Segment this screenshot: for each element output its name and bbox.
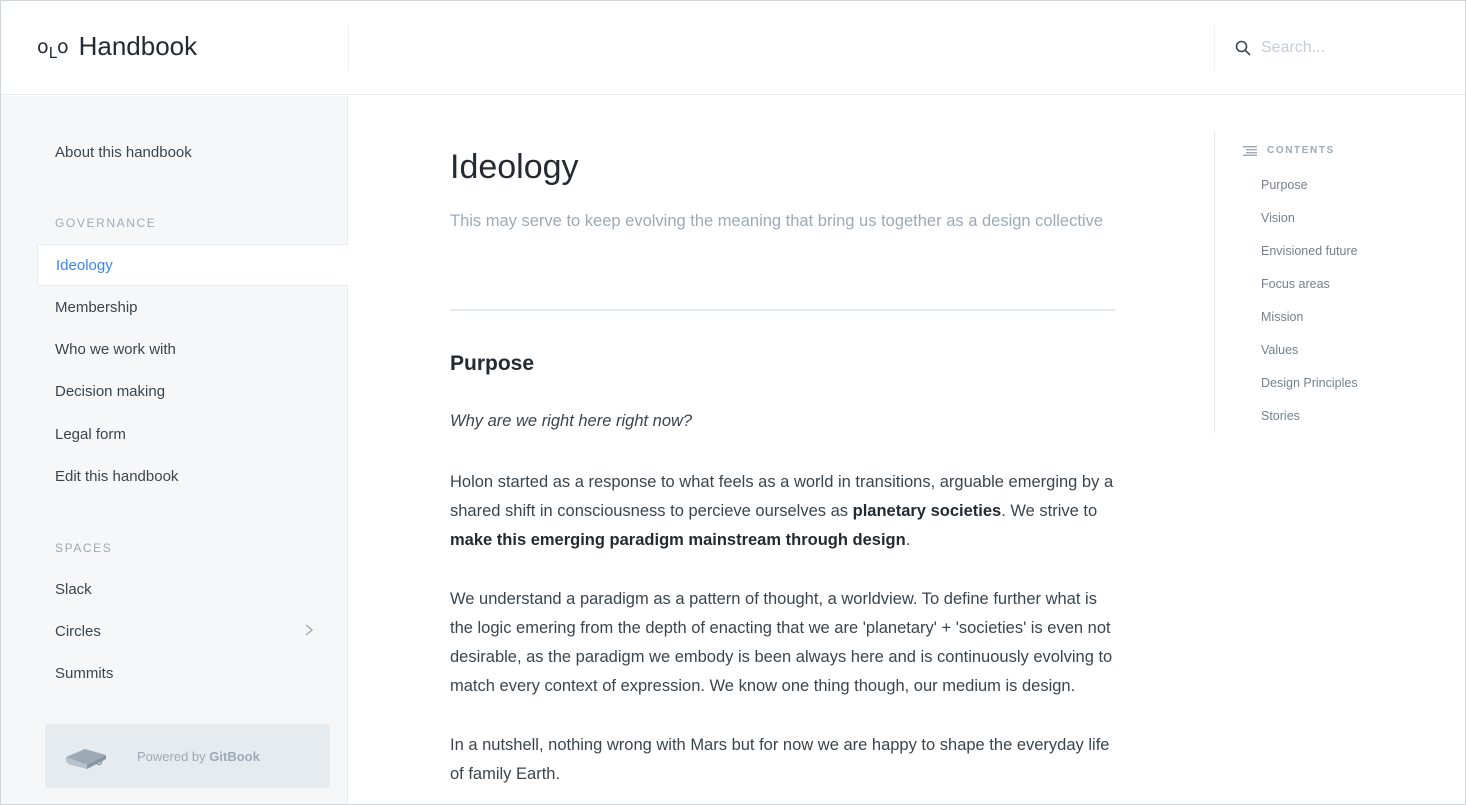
header-divider	[1214, 25, 1215, 71]
paragraph-1: Holon started as a response to what feel…	[450, 468, 1120, 555]
sidebar-item-label: Circles	[55, 622, 101, 640]
paragraph-3: In a nutshell, nothing wrong with Mars b…	[450, 736, 1110, 783]
sidebar-item-slack[interactable]: Slack	[37, 568, 348, 610]
p1-bold: make this emerging paradigm mainstream t…	[450, 531, 906, 549]
toc-item-focus-areas[interactable]: Focus areas	[1261, 277, 1330, 291]
page-title: Ideology	[450, 148, 579, 186]
list-icon	[1243, 145, 1257, 156]
paragraph-2: We understand a paradigm as a pattern of…	[450, 590, 1113, 695]
main-content: Ideology This may serve to keep evolving…	[349, 96, 1215, 804]
header: oLo Handbook	[1, 1, 1465, 95]
toc-item-stories[interactable]: Stories	[1261, 409, 1300, 423]
p1-text: . We strive to	[1001, 502, 1098, 520]
sidebar-item-ideology[interactable]: Ideology	[37, 244, 348, 286]
header-divider	[348, 25, 349, 71]
site-title: Handbook	[78, 31, 198, 61]
sidebar-section-heading: GOVERNANCE	[55, 216, 157, 230]
p1-text: .	[905, 531, 911, 549]
sidebar-item-edit-handbook[interactable]: Edit this handbook	[37, 455, 348, 497]
table-of-contents: CONTENTS Purpose Vision Envisioned futur…	[1214, 131, 1465, 433]
sidebar-item-summits[interactable]: Summits	[37, 652, 348, 694]
p1-bold: planetary societies	[852, 502, 1002, 520]
gitbook-icon	[65, 749, 106, 769]
sidebar-item-membership[interactable]: Membership	[37, 286, 348, 328]
powered-by-gitbook[interactable]: Powered by GitBook	[45, 724, 330, 788]
purpose-question: Why are we right here right now?	[450, 412, 693, 430]
search-input[interactable]	[1261, 39, 1441, 57]
toc-item-vision[interactable]: Vision	[1261, 211, 1295, 225]
sidebar-item-circles[interactable]: Circles	[37, 610, 348, 652]
toc-item-envisioned-future[interactable]: Envisioned future	[1261, 244, 1358, 258]
toc-item-design-principles[interactable]: Design Principles	[1261, 376, 1358, 390]
sidebar: About this handbook GOVERNANCE Ideology …	[1, 96, 348, 804]
sidebar-item-legal-form[interactable]: Legal form	[37, 413, 348, 455]
search-icon	[1235, 40, 1251, 56]
section-title-purpose: Purpose	[450, 352, 535, 375]
toc-item-values[interactable]: Values	[1261, 343, 1298, 357]
page-description: This may serve to keep evolving the mean…	[450, 212, 1104, 230]
powered-prefix: Powered by	[137, 748, 210, 764]
sidebar-item-decision-making[interactable]: Decision making	[37, 370, 348, 412]
powered-by-text: Powered by GitBook	[137, 749, 260, 764]
olo-logo: oLo	[37, 35, 69, 62]
divider	[450, 309, 1115, 311]
toc-heading-label: CONTENTS	[1267, 145, 1335, 156]
app-window: oLo Handbook About this handbook GOVERNA…	[0, 0, 1466, 805]
brand-link[interactable]: oLo Handbook	[37, 31, 197, 62]
toc-item-mission[interactable]: Mission	[1261, 310, 1303, 324]
sidebar-section-heading: SPACES	[55, 541, 113, 555]
chevron-right-icon[interactable]	[302, 622, 316, 638]
sidebar-item-who-we-work-with[interactable]: Who we work with	[37, 328, 348, 370]
sidebar-item-about[interactable]: About this handbook	[37, 131, 348, 173]
powered-brand: GitBook	[209, 748, 260, 764]
toc-heading: CONTENTS	[1243, 145, 1335, 156]
toc-item-purpose[interactable]: Purpose	[1261, 178, 1308, 192]
search-box[interactable]	[1235, 36, 1445, 60]
